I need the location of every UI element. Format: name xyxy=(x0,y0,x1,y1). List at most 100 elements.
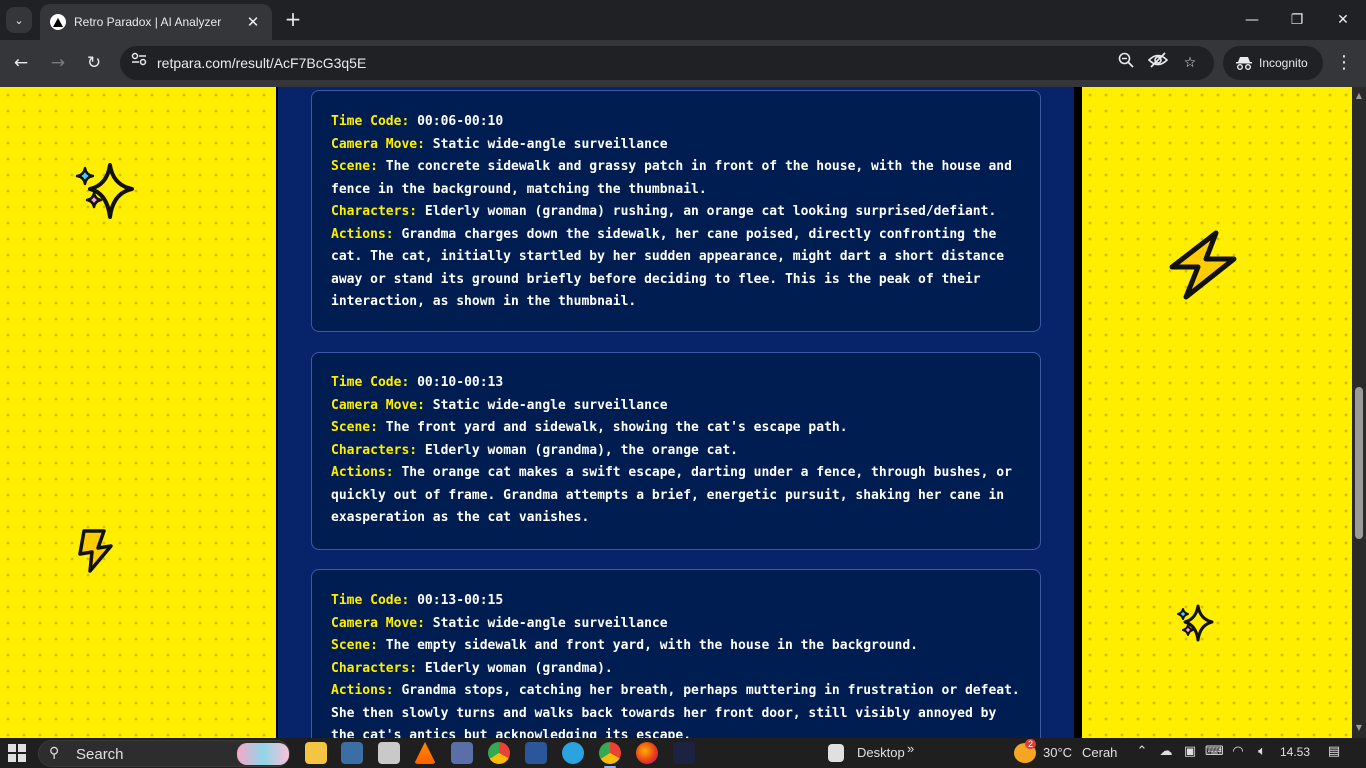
search-highlight-image xyxy=(237,743,289,765)
reload-icon[interactable]: ↻ xyxy=(81,50,107,76)
time-code-label: Time Code: xyxy=(331,375,410,390)
onedrive-icon[interactable]: ☁ xyxy=(1157,744,1175,759)
weather-description[interactable]: Cerah xyxy=(1082,745,1117,760)
forward-arrow-icon[interactable]: → xyxy=(45,50,71,76)
time-code-label: Time Code: xyxy=(331,593,410,608)
actions-row: Actions: The orange cat makes a swift es… xyxy=(331,462,1021,530)
site-info-icon[interactable] xyxy=(128,52,150,74)
weather-badge: 2 xyxy=(1025,739,1037,749)
desktop-label[interactable]: Desktop xyxy=(857,745,905,760)
scroll-down-arrow-icon[interactable]: ▼ xyxy=(1352,721,1366,735)
scene-row: Scene: The front yard and sidewalk, show… xyxy=(331,417,1021,440)
chrome-icon[interactable] xyxy=(488,742,510,764)
camera-move-value: Static wide-angle surveillance xyxy=(432,615,668,631)
zoom-icon[interactable] xyxy=(1115,52,1137,74)
characters-label: Characters: xyxy=(331,660,418,676)
app-icon[interactable] xyxy=(451,742,473,764)
tab-search-button[interactable]: ⌄ xyxy=(6,7,32,33)
word-icon[interactable] xyxy=(525,742,547,764)
incognito-label: Incognito xyxy=(1259,56,1308,70)
scene-row: Scene: The empty sidewalk and front yard… xyxy=(331,635,1021,658)
characters-label: Characters: xyxy=(331,442,418,458)
scene-row: Scene: The concrete sidewalk and grassy … xyxy=(331,156,1021,201)
camera-move-label: Camera Move: xyxy=(331,136,425,152)
time-code-value: 00:13-00:15 xyxy=(417,593,504,608)
more-menu-icon[interactable]: ⋮ xyxy=(1332,50,1356,76)
time-code-row: Time Code: 00:13-00:15 xyxy=(331,590,1021,613)
browser-toolbar: ← → ↻ retpara.com/result/AcF7BcG3q5E ☆ I… xyxy=(0,40,1366,87)
overflow-chevron-icon[interactable]: » xyxy=(907,741,914,756)
actions-value: Grandma stops, catching her breath, perh… xyxy=(331,683,1020,738)
time-code-value: 00:06-00:10 xyxy=(417,114,504,129)
characters-row: Characters: Elderly woman (grandma) rush… xyxy=(331,201,1021,224)
time-code-row: Time Code: 00:06-00:10 xyxy=(331,111,1021,134)
minimize-button[interactable]: — xyxy=(1237,8,1267,32)
paint-icon[interactable] xyxy=(378,742,400,764)
tab-close-button[interactable]: ✕ xyxy=(244,13,262,31)
page-viewport: Time Code: 00:06-00:10 Camera Move: Stat… xyxy=(0,87,1352,738)
tray-chevron-up-icon[interactable]: ⌃ xyxy=(1133,744,1151,759)
clock-time[interactable]: 14.53 xyxy=(1280,745,1310,759)
scene-card: Time Code: 00:13-00:15 Camera Move: Stat… xyxy=(311,569,1041,738)
windows-start-icon[interactable] xyxy=(8,744,26,762)
camera-move-label: Camera Move: xyxy=(331,397,425,413)
actions-value: The orange cat makes a swift escape, dar… xyxy=(331,465,1012,525)
camera-move-value: Static wide-angle surveillance xyxy=(432,397,668,413)
wifi-icon[interactable]: ◠ xyxy=(1229,744,1247,759)
actions-label: Actions: xyxy=(331,226,394,242)
address-bar[interactable]: retpara.com/result/AcF7BcG3q5E ☆ xyxy=(120,46,1214,80)
taskbar-search-box[interactable]: ⚲ Search xyxy=(38,740,290,767)
vlc-icon[interactable] xyxy=(414,742,436,764)
weather-temperature[interactable]: 30°C xyxy=(1043,745,1072,760)
url-text[interactable]: retpara.com/result/AcF7BcG3q5E xyxy=(157,55,366,71)
time-code-label: Time Code: xyxy=(331,114,410,129)
actions-value: Grandma charges down the sidewalk, her c… xyxy=(331,226,1005,310)
characters-row: Characters: Elderly woman (grandma). xyxy=(331,658,1021,681)
incognito-icon xyxy=(1236,57,1252,70)
scene-label: Scene: xyxy=(331,420,378,435)
close-window-button[interactable]: ✕ xyxy=(1328,8,1358,32)
keyboard-icon[interactable] xyxy=(341,742,363,764)
camera-move-row: Camera Move: Static wide-angle surveilla… xyxy=(331,395,1021,418)
sparkle-icon xyxy=(75,163,134,219)
left-dotted-background xyxy=(0,87,276,738)
characters-row: Characters: Elderly woman (grandma), the… xyxy=(331,440,1021,463)
actions-row: Actions: Grandma stops, catching her bre… xyxy=(331,680,1021,738)
arc-icon[interactable] xyxy=(673,742,695,764)
chrome-active-icon[interactable] xyxy=(599,742,621,768)
scroll-up-arrow-icon[interactable]: ▲ xyxy=(1352,89,1366,103)
back-arrow-icon[interactable]: ← xyxy=(8,50,34,76)
scrollbar-thumb[interactable] xyxy=(1355,387,1363,539)
characters-value: Elderly woman (grandma). xyxy=(424,660,613,676)
maximize-button[interactable]: ❐ xyxy=(1282,8,1312,32)
camera-move-row: Camera Move: Static wide-angle surveilla… xyxy=(331,134,1021,157)
camera-move-value: Static wide-angle surveillance xyxy=(432,136,668,152)
lightning-icon xyxy=(78,529,113,573)
scene-value: The concrete sidewalk and grassy patch i… xyxy=(331,159,1012,197)
file-explorer-icon[interactable] xyxy=(305,742,327,764)
firefox-icon[interactable] xyxy=(636,742,658,764)
notifications-icon[interactable]: ▤ xyxy=(1325,744,1343,759)
browser-tab[interactable]: Retro Paradox | AI Analyzer ✕ xyxy=(40,4,272,40)
characters-value: Elderly woman (grandma), the orange cat. xyxy=(424,442,738,458)
meet-icon[interactable]: ▣ xyxy=(1181,744,1199,759)
site-favicon-icon xyxy=(50,14,66,30)
windows-taskbar: ⚲ Search Desktop » 2 30°C Cerah ⌃ ☁ ▣ ⌨ … xyxy=(0,738,1366,768)
time-code-row: Time Code: 00:10-00:13 xyxy=(331,372,1021,395)
telegram-icon[interactable] xyxy=(562,742,584,764)
scene-label: Scene: xyxy=(331,638,378,653)
actions-label: Actions: xyxy=(331,465,394,480)
sparkle-icon xyxy=(1177,604,1214,642)
bookmark-star-icon[interactable]: ☆ xyxy=(1179,52,1201,74)
incognito-indicator[interactable]: Incognito xyxy=(1223,46,1323,80)
eye-off-icon[interactable] xyxy=(1147,52,1169,74)
characters-label: Characters: xyxy=(331,204,418,219)
scene-value: The front yard and sidewalk, showing the… xyxy=(385,420,848,435)
input-method-icon[interactable]: ⌨ xyxy=(1205,744,1224,759)
desktop-icon[interactable] xyxy=(828,744,844,762)
tab-title: Retro Paradox | AI Analyzer xyxy=(74,15,222,29)
new-tab-button[interactable]: + xyxy=(282,8,304,30)
page-scrollbar[interactable]: ▲ ▼ xyxy=(1352,87,1366,738)
volume-icon[interactable]: 🔈︎ xyxy=(1253,744,1271,759)
chevron-down-icon: ⌄ xyxy=(14,13,24,27)
